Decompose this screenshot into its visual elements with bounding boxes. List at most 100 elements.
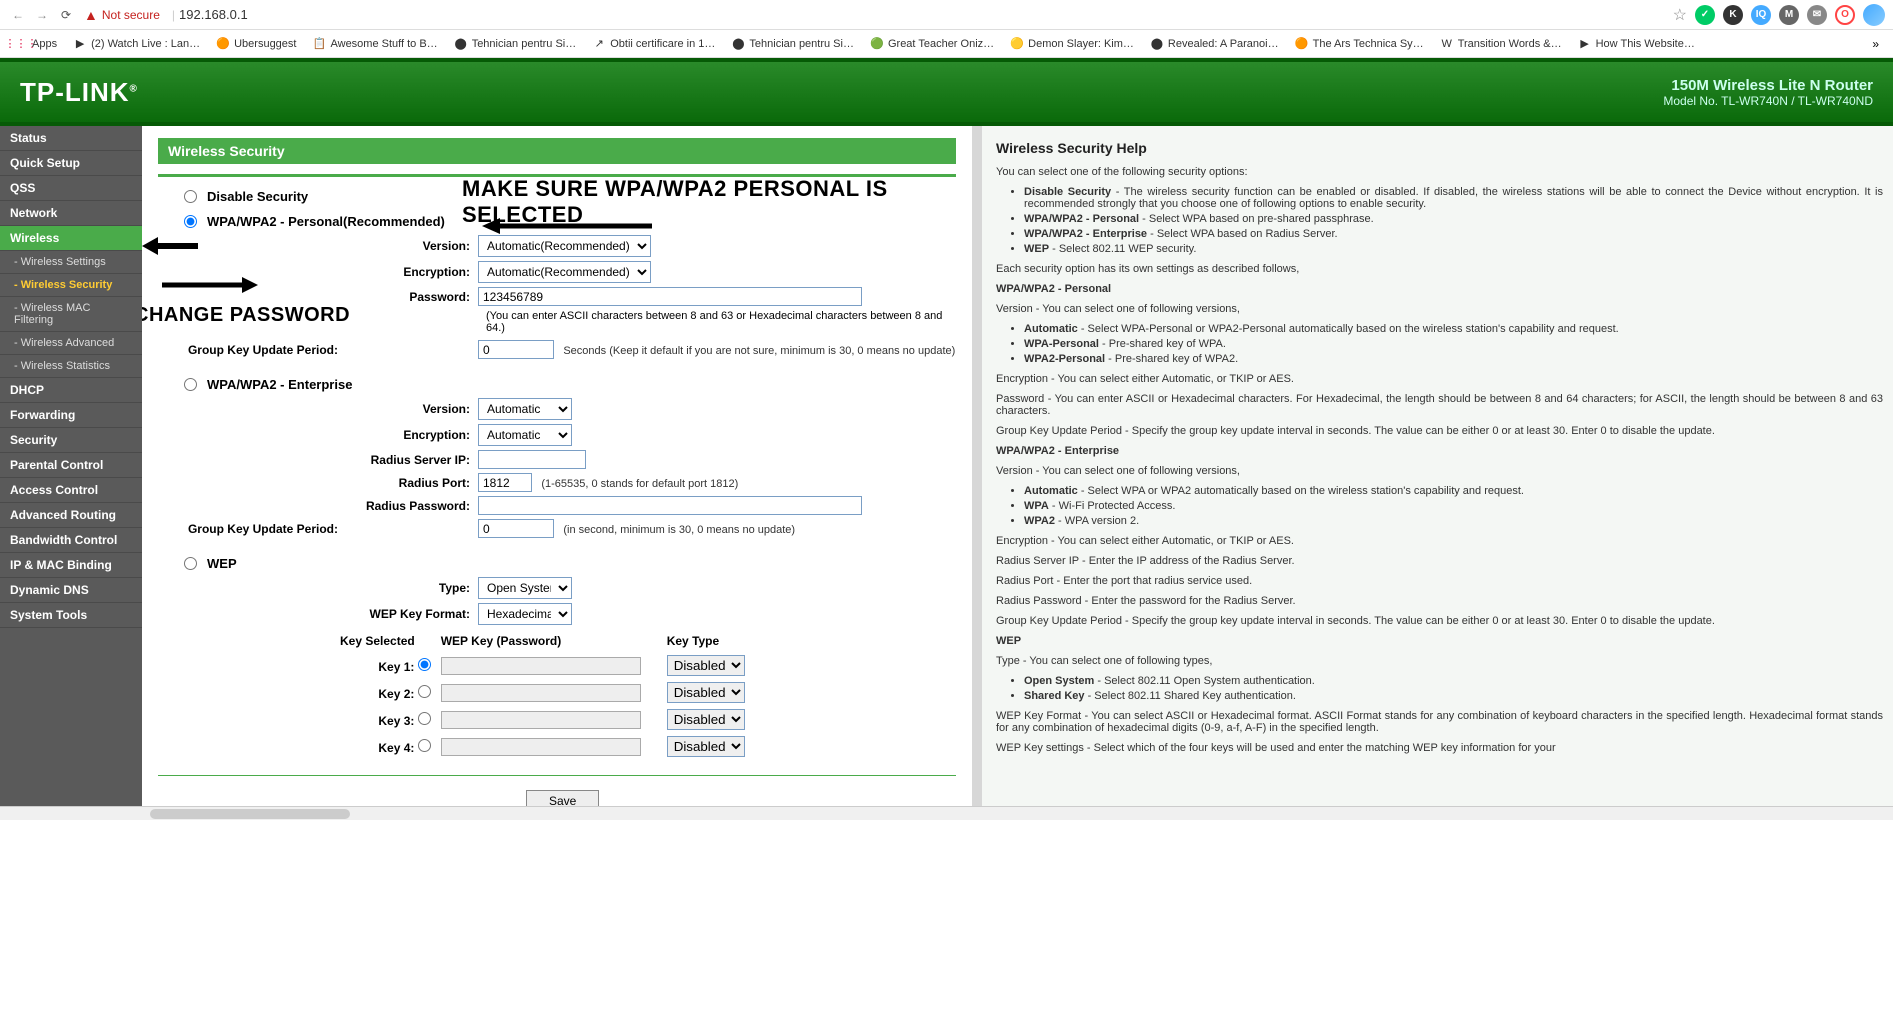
horizontal-scrollbar[interactable] (0, 806, 1893, 820)
bookmark-item[interactable]: ⬤Revealed: A Paranoi… (1144, 34, 1285, 54)
ent-version-label: Version: (158, 402, 478, 416)
extension-icon[interactable]: ✓ (1695, 5, 1715, 25)
help-list-item: WPA - Wi-Fi Protected Access. (1024, 500, 1883, 512)
bookmark-favicon-icon: ▶ (73, 37, 87, 51)
sidebar-item[interactable]: - Wireless Settings (0, 251, 142, 274)
wep-key-input[interactable] (441, 738, 641, 756)
sidebar-nav: StatusQuick SetupQSSNetworkWireless- Wir… (0, 126, 142, 806)
wep-radio[interactable] (184, 557, 197, 570)
wep-key-radio[interactable] (418, 685, 431, 698)
back-button[interactable]: ← (8, 5, 28, 25)
bookmark-item[interactable]: WTransition Words &… (1434, 34, 1568, 54)
profile-avatar[interactable] (1863, 4, 1885, 26)
sidebar-item[interactable]: QSS (0, 176, 142, 201)
wep-key-label: Key 4: (340, 734, 439, 759)
wep-col-selected: Key Selected (340, 631, 439, 651)
radius-port-input[interactable] (478, 473, 532, 492)
bookmark-item[interactable]: ▶How This Website… (1572, 34, 1701, 54)
bookmark-item[interactable]: 🟡Demon Slayer: Kim… (1004, 34, 1140, 54)
help-heading: WPA/WPA2 - Enterprise (996, 445, 1119, 457)
bookmark-item[interactable]: 🟠Ubersuggest (210, 34, 302, 54)
wpa-enterprise-radio[interactable] (184, 378, 197, 391)
help-each: Each security option has its own setting… (996, 263, 1883, 275)
router-header: TP-LINK® 150M Wireless Lite N Router Mod… (0, 58, 1893, 126)
sidebar-item[interactable]: Advanced Routing (0, 503, 142, 528)
sidebar-item[interactable]: Security (0, 428, 142, 453)
wep-key-type-select[interactable]: Disabled (667, 682, 745, 703)
bookmark-label: Awesome Stuff to B… (330, 38, 437, 50)
extension-icon[interactable]: O (1835, 5, 1855, 25)
extension-icon[interactable]: IQ (1751, 5, 1771, 25)
sidebar-item[interactable]: - Wireless Statistics (0, 355, 142, 378)
wep-key-type-select[interactable]: Disabled (667, 709, 745, 730)
wep-key-radio[interactable] (418, 739, 431, 752)
radius-ip-input[interactable] (478, 450, 586, 469)
wep-col-key: WEP Key (Password) (441, 631, 665, 651)
ent-version-select[interactable]: Automatic (478, 398, 572, 420)
bookmark-item[interactable]: ⬤Tehnician pentru Si… (725, 34, 860, 54)
bookmark-item[interactable]: ▶(2) Watch Live : Lan… (67, 34, 206, 54)
version-select[interactable]: Automatic(Recommended) (478, 235, 651, 257)
gkup-input[interactable] (478, 340, 554, 359)
ent-gkup-input[interactable] (478, 519, 554, 538)
help-list-item: Automatic - Select WPA or WPA2 automatic… (1024, 485, 1883, 497)
wpa-enterprise-label: WPA/WPA2 - Enterprise (207, 377, 352, 392)
sidebar-item[interactable]: Quick Setup (0, 151, 142, 176)
bookmark-label: Apps (32, 38, 57, 50)
sidebar-item[interactable]: Forwarding (0, 403, 142, 428)
save-button[interactable]: Save (526, 790, 599, 806)
sidebar-item[interactable]: Network (0, 201, 142, 226)
wep-key-input[interactable] (441, 657, 641, 675)
logo: TP-LINK® (20, 77, 138, 108)
bookmark-item[interactable]: ↗Obtii certificare in 1… (586, 34, 721, 54)
extension-icon[interactable]: M (1779, 5, 1799, 25)
pane-divider[interactable] (972, 126, 982, 806)
extension-icon[interactable]: ✉ (1807, 5, 1827, 25)
security-indicator[interactable]: ▲ Not secure (84, 7, 160, 23)
wep-key-type-select[interactable]: Disabled (667, 655, 745, 676)
bookmark-item[interactable]: ⬤Tehnician pentru Si… (448, 34, 583, 54)
wep-key-input[interactable] (441, 711, 641, 729)
disable-security-radio[interactable] (184, 190, 197, 203)
sidebar-item[interactable]: - Wireless MAC Filtering (0, 297, 142, 332)
wep-type-select[interactable]: Open System (478, 577, 572, 599)
wep-key-radio[interactable] (418, 658, 431, 671)
sidebar-item[interactable]: IP & MAC Binding (0, 553, 142, 578)
extension-icon[interactable]: K (1723, 5, 1743, 25)
bookmarks-overflow[interactable]: » (1866, 37, 1885, 51)
encryption-select[interactable]: Automatic(Recommended) (478, 261, 651, 283)
sidebar-item[interactable]: System Tools (0, 603, 142, 628)
browser-toolbar: ← → ⟳ ▲ Not secure | 192.168.0.1 ☆ ✓ K I… (0, 0, 1893, 30)
sidebar-item[interactable]: Parental Control (0, 453, 142, 478)
radius-pass-input[interactable] (478, 496, 862, 515)
reload-button[interactable]: ⟳ (56, 5, 76, 25)
ent-encryption-select[interactable]: Automatic (478, 424, 572, 446)
bookmark-item[interactable]: 📋Awesome Stuff to B… (306, 34, 443, 54)
help-list-item: Open System - Select 802.11 Open System … (1024, 675, 1883, 687)
wpa-personal-radio[interactable] (184, 215, 197, 228)
forward-button[interactable]: → (32, 5, 52, 25)
wep-key-radio[interactable] (418, 712, 431, 725)
help-list-item: WPA/WPA2 - Personal - Select WPA based o… (1024, 213, 1883, 225)
sidebar-item[interactable]: Status (0, 126, 142, 151)
wep-key-type-select[interactable]: Disabled (667, 736, 745, 757)
help-line: Encryption - You can select either Autom… (996, 373, 1883, 385)
password-input[interactable] (478, 287, 862, 306)
sidebar-item[interactable]: - Wireless Advanced (0, 332, 142, 355)
sidebar-item[interactable]: Wireless (0, 226, 142, 251)
bookmark-star-icon[interactable]: ☆ (1673, 5, 1687, 25)
url-text[interactable]: 192.168.0.1 (179, 7, 248, 22)
sidebar-item[interactable]: Access Control (0, 478, 142, 503)
sidebar-item[interactable]: - Wireless Security (0, 274, 142, 297)
disable-security-label: Disable Security (207, 189, 308, 204)
bookmark-item[interactable]: ⋮⋮⋮Apps (8, 34, 63, 54)
sidebar-item[interactable]: Bandwidth Control (0, 528, 142, 553)
wep-key-input[interactable] (441, 684, 641, 702)
sidebar-item[interactable]: DHCP (0, 378, 142, 403)
sidebar-item[interactable]: Dynamic DNS (0, 578, 142, 603)
wep-type-label: Type: (158, 581, 478, 595)
bookmark-item[interactable]: 🟠The Ars Technica Sy… (1289, 34, 1430, 54)
wep-format-select[interactable]: Hexadecimal (478, 603, 572, 625)
bookmark-item[interactable]: 🟢Great Teacher Oniz… (864, 34, 1000, 54)
password-label: Password: (158, 290, 478, 304)
